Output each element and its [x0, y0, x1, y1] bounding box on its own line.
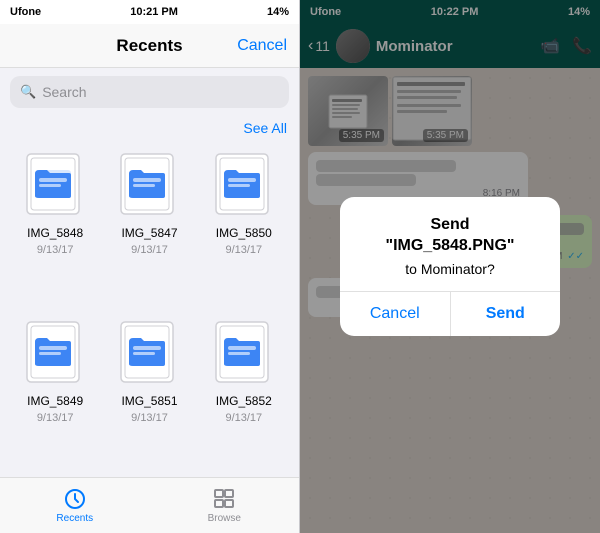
file-icon — [117, 318, 181, 390]
tab-browse-label: Browse — [208, 513, 241, 524]
modal-title: Send "IMG_5848.PNG" — [360, 215, 540, 257]
file-date: 9/13/17 — [225, 412, 262, 424]
modal-body: Send "IMG_5848.PNG" to Mominator? — [340, 197, 560, 291]
battery-left: 14% — [267, 6, 289, 18]
browse-icon — [212, 487, 236, 511]
modal-overlay: Send "IMG_5848.PNG" to Mominator? Cancel… — [300, 0, 600, 533]
file-date: 9/13/17 — [131, 412, 168, 424]
send-confirm-dialog: Send "IMG_5848.PNG" to Mominator? Cancel… — [340, 197, 560, 336]
file-icon — [23, 318, 87, 390]
file-icon — [212, 318, 276, 390]
list-item[interactable]: IMG_5850 9/13/17 — [197, 142, 291, 310]
file-name: IMG_5849 — [27, 394, 83, 408]
modal-subtitle: to Mominator? — [360, 261, 540, 277]
file-icon — [23, 150, 87, 222]
recents-icon — [63, 487, 87, 511]
modal-send-button[interactable]: Send — [451, 292, 561, 336]
whatsapp-panel: Ufone 10:22 PM 14% ‹ 11 Mominator 📹 📞 — [300, 0, 600, 533]
tab-browse[interactable]: Browse — [150, 487, 300, 524]
files-grid: IMG_5848 9/13/17 IMG_5847 9/13/17 — [0, 142, 299, 477]
cancel-button[interactable]: Cancel — [237, 37, 287, 55]
file-icon — [212, 150, 276, 222]
list-item[interactable]: IMG_5848 9/13/17 — [8, 142, 102, 310]
recents-title: Recents — [116, 36, 182, 56]
see-all-link[interactable]: See All — [243, 120, 287, 136]
file-date: 9/13/17 — [131, 244, 168, 256]
file-name: IMG_5850 — [216, 226, 272, 240]
tab-bar: Recents Browse — [0, 477, 299, 533]
section-header: See All — [0, 116, 299, 142]
file-date: 9/13/17 — [225, 244, 262, 256]
file-name: IMG_5852 — [216, 394, 272, 408]
file-name: IMG_5847 — [121, 226, 177, 240]
carrier-left: Ufone — [10, 6, 41, 18]
search-bar[interactable]: 🔍 Search — [10, 76, 289, 108]
modal-cancel-button[interactable]: Cancel — [340, 292, 451, 336]
list-item[interactable]: IMG_5851 9/13/17 — [102, 310, 196, 478]
list-item[interactable]: IMG_5849 9/13/17 — [8, 310, 102, 478]
search-icon: 🔍 — [20, 84, 36, 100]
files-app-panel: Ufone 10:21 PM 14% Recents Cancel 🔍 Sear… — [0, 0, 300, 533]
file-date: 9/13/17 — [37, 412, 74, 424]
search-placeholder: Search — [42, 84, 86, 100]
list-item[interactable]: IMG_5852 9/13/17 — [197, 310, 291, 478]
status-bar-left: Ufone 10:21 PM 14% — [0, 0, 299, 24]
file-name: IMG_5848 — [27, 226, 83, 240]
tab-recents[interactable]: Recents — [0, 487, 150, 524]
list-item[interactable]: IMG_5847 9/13/17 — [102, 142, 196, 310]
time-left: 10:21 PM — [130, 6, 178, 18]
file-date: 9/13/17 — [37, 244, 74, 256]
files-nav-bar: Recents Cancel — [0, 24, 299, 68]
tab-recents-label: Recents — [56, 513, 93, 524]
file-icon — [117, 150, 181, 222]
modal-buttons: Cancel Send — [340, 292, 560, 336]
file-name: IMG_5851 — [121, 394, 177, 408]
